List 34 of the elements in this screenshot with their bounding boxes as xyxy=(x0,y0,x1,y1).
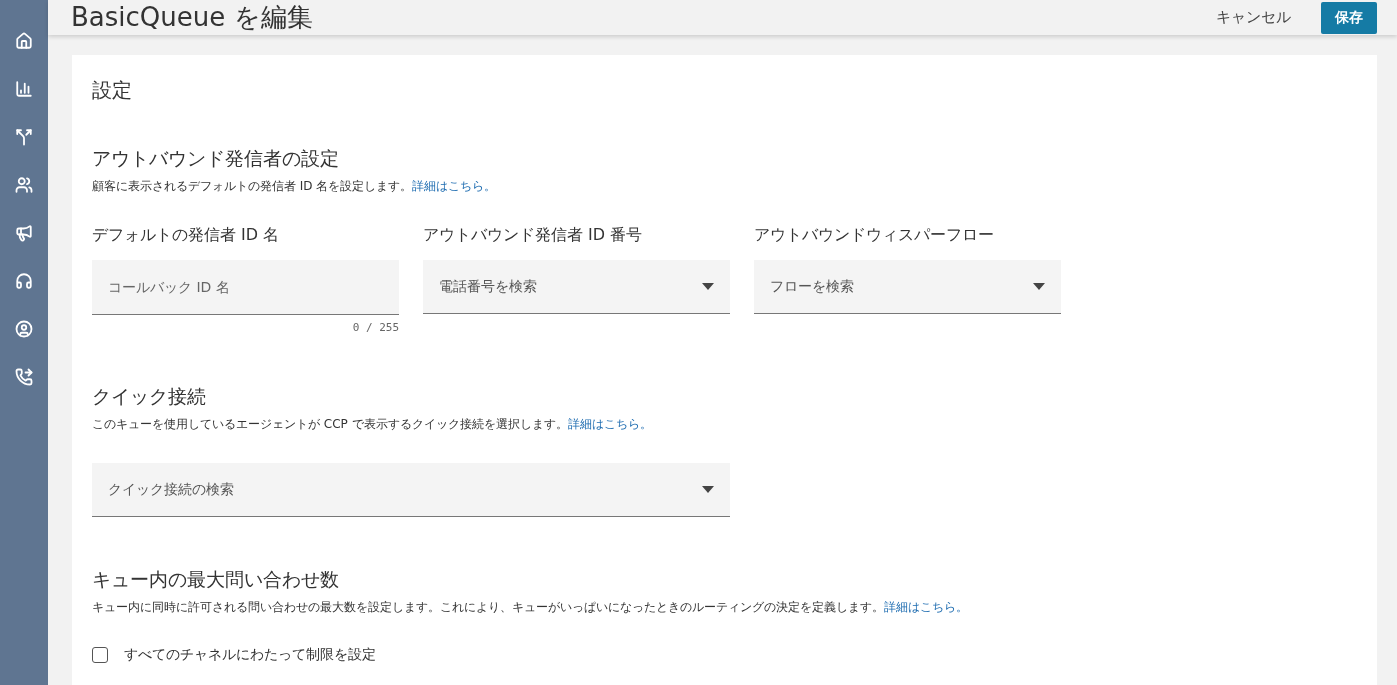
people-icon[interactable] xyxy=(15,176,33,194)
section-heading: キュー内の最大問い合わせ数 xyxy=(92,567,340,592)
user-circle-icon[interactable] xyxy=(15,320,33,338)
caret-icon xyxy=(702,283,714,290)
details-link[interactable]: 詳細はこちら。 xyxy=(567,417,652,431)
field-label: デフォルトの発信者 ID 名 xyxy=(92,225,281,246)
cancel-button[interactable]: キャンセル xyxy=(1210,2,1297,33)
headset-icon[interactable] xyxy=(15,272,33,290)
section-heading: クイック接続 xyxy=(92,384,207,409)
save-button[interactable]: 保存 xyxy=(1321,1,1377,34)
details-link[interactable]: 詳細はこちら。 xyxy=(884,600,968,614)
section-description: このキューを使用しているエージェントが CCP で表示するクイック接続を選択します。詳細はこちら。 xyxy=(92,416,653,433)
dropdown-field[interactable]: フローを検索 xyxy=(754,260,1061,314)
section-description: キュー内に同時に許可される問い合わせの最大数を設定します。これにより、キューがいっぱいになったときのルーティングの決定を定義します。詳細はこちら。 xyxy=(92,599,969,616)
checkbox-label: すべてのチャネルにわたって制限を設定 xyxy=(124,646,376,664)
page-title: BasicQueue を編集 xyxy=(71,1,314,34)
card-title: 設定 xyxy=(92,77,133,104)
dropdown-field[interactable]: クイック接続の検索 xyxy=(92,463,730,517)
home-icon[interactable] xyxy=(15,32,33,50)
branch-icon[interactable] xyxy=(15,128,33,146)
section-description: 顧客に表示されるデフォルトの発信者 ID 名を設定します。詳細はこちら。 xyxy=(92,178,498,195)
checkbox[interactable] xyxy=(92,647,108,663)
megaphone-icon[interactable] xyxy=(15,224,33,242)
section-heading: アウトバウンド発信者の設定 xyxy=(92,146,340,171)
details-link[interactable]: 詳細はこちら。 xyxy=(412,179,497,193)
dropdown-field[interactable]: 電話番号を検索 xyxy=(423,260,730,314)
caret-icon xyxy=(1033,283,1045,290)
field-label: アウトバウンド発信者 ID 番号 xyxy=(423,225,644,246)
bar-chart-icon[interactable] xyxy=(15,80,33,98)
caret-icon xyxy=(702,486,714,493)
field-label: アウトバウンドウィスパーフロー xyxy=(754,225,995,246)
character-counter: 0 / 255 xyxy=(352,321,399,334)
phone-icon[interactable] xyxy=(15,368,33,386)
input-field[interactable]: コールバック ID 名 xyxy=(92,260,399,315)
